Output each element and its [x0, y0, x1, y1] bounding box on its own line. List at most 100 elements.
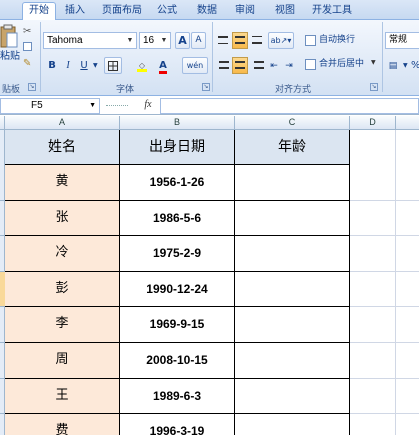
tab-developer[interactable]: 开发工具 [308, 3, 356, 20]
column-header-e[interactable] [396, 116, 419, 130]
name-cell[interactable]: 费 [5, 414, 120, 435]
copy-icon[interactable] [23, 42, 32, 51]
birthdate-cell[interactable]: 1986-5-6 [120, 200, 235, 237]
insert-function-button[interactable]: fx [140, 98, 156, 113]
age-cell[interactable] [235, 200, 350, 237]
fill-color-button[interactable]: ◇ [134, 57, 150, 74]
birthdate-cell[interactable]: 1975-2-9 [120, 236, 235, 272]
name-cell[interactable]: 黄 [5, 165, 120, 201]
column-header-a[interactable]: A [5, 116, 120, 130]
age-cell[interactable] [235, 307, 350, 343]
phonetic-button[interactable]: wén [182, 57, 208, 74]
wrap-text-icon [305, 35, 316, 46]
font-group-label: 字体 [115, 85, 134, 95]
header-cell-birthdate[interactable]: 出身日期 [120, 130, 235, 165]
birthdate-cell[interactable]: 1996-3-19 [120, 414, 235, 435]
accounting-format-button[interactable]: ▤ [386, 57, 400, 74]
font-size-combo[interactable]: 16 ▼ [139, 32, 171, 49]
formula-input[interactable] [160, 98, 419, 114]
align-right-button[interactable] [250, 57, 264, 74]
age-cell[interactable] [235, 271, 350, 308]
percent-button[interactable]: % [410, 57, 419, 74]
align-bottom-icon [252, 36, 262, 44]
column-header-c[interactable]: C [235, 116, 350, 130]
chevron-down-icon: ▼ [371, 59, 376, 66]
font-launcher-icon[interactable]: ↘ [202, 83, 210, 91]
name-cell[interactable]: 王 [5, 378, 120, 415]
align-right-icon [254, 61, 264, 69]
birthdate-cell[interactable]: 2008-10-15 [120, 343, 235, 379]
increase-indent-icon: ⇥ [285, 61, 293, 71]
wrap-text-label: 自动换行 [319, 35, 356, 45]
align-left-icon [219, 61, 229, 69]
underline-button[interactable]: U [77, 57, 91, 74]
paste-icon [0, 24, 18, 48]
tab-view[interactable]: 视图 [270, 3, 300, 20]
cut-icon[interactable]: ✂ [23, 26, 31, 37]
tab-insert[interactable]: 插入 [60, 3, 90, 20]
ribbon-tab-bar: 开始 插入 页面布局 公式 数据 审阅 视图 开发工具 [0, 0, 419, 21]
align-top-button[interactable] [216, 32, 230, 49]
birthdate-cell[interactable]: 1989-6-3 [120, 378, 235, 415]
font-color-letter: A [159, 60, 167, 74]
name-cell[interactable]: 冷 [5, 236, 120, 272]
chevron-down-icon: ▼ [160, 37, 168, 44]
phonetic-label: wén [186, 61, 204, 70]
formula-separator [106, 105, 128, 107]
increase-indent-button[interactable]: ⇥ [283, 57, 295, 74]
column-header-d[interactable]: D [350, 116, 396, 130]
merge-center-button[interactable]: 合并后居中 ▼ [305, 57, 377, 73]
name-cell[interactable]: 彭 [5, 271, 120, 308]
orientation-button[interactable]: ab↗▾ [268, 32, 294, 49]
align-middle-button[interactable] [232, 32, 248, 49]
tab-review[interactable]: 审阅 [230, 3, 260, 20]
birthdate-cell[interactable]: 1990-12-24 [120, 271, 235, 308]
bold-button[interactable]: B [45, 57, 59, 74]
grow-font-button[interactable]: A [175, 32, 190, 49]
name-cell[interactable]: 周 [5, 343, 120, 379]
name-box-value: F5 [31, 100, 43, 111]
ribbon: 粘贴 ✂ ✎ 贴板 ↘ Tahoma ▼ 16 ▼ A A B I U ▼ ◇ … [0, 20, 419, 96]
borders-button[interactable] [104, 57, 122, 74]
name-box[interactable]: F5 ▼ [0, 98, 100, 114]
number-format-value: 常规 [389, 35, 408, 45]
age-cell[interactable] [235, 343, 350, 379]
age-cell[interactable] [235, 414, 350, 435]
age-cell[interactable] [235, 378, 350, 415]
chevron-down-icon[interactable]: ▼ [402, 57, 408, 74]
header-cell-age[interactable]: 年龄 [235, 130, 350, 165]
align-center-button[interactable] [232, 57, 248, 74]
wrap-text-button[interactable]: 自动换行 [305, 33, 373, 49]
font-name-combo[interactable]: Tahoma ▼ [43, 32, 137, 49]
birthdate-cell[interactable]: 1956-1-26 [120, 165, 235, 201]
header-cell-name[interactable]: 姓名 [5, 130, 120, 165]
tab-page-layout[interactable]: 页面布局 [98, 3, 146, 20]
italic-button[interactable]: I [61, 57, 75, 74]
currency-icon: ▤ [388, 61, 398, 71]
column-header-b[interactable]: B [120, 116, 235, 130]
name-cell[interactable]: 张 [5, 200, 120, 237]
decrease-indent-button[interactable]: ⇤ [268, 57, 280, 74]
shrink-font-button[interactable]: A [191, 32, 206, 49]
format-painter-icon[interactable]: ✎ [23, 58, 31, 69]
tab-home[interactable]: 开始 [22, 2, 56, 21]
decrease-indent-icon: ⇤ [270, 61, 278, 71]
clipboard-launcher-icon[interactable]: ↘ [28, 83, 36, 91]
align-left-button[interactable] [216, 57, 230, 74]
age-cell[interactable] [235, 236, 350, 272]
tab-formulas[interactable]: 公式 [152, 3, 182, 20]
align-bottom-button[interactable] [250, 32, 264, 49]
chevron-down-icon[interactable]: ▼ [92, 57, 98, 74]
align-top-icon [218, 36, 228, 44]
worksheet-grid[interactable]: 姓名 出身日期 年龄 黄 1956-1-26 张 1986-5-6 冷 1975-2-9 彭… [5, 130, 419, 435]
fx-icon: fx [144, 99, 152, 110]
paste-button[interactable]: 粘贴 [0, 24, 20, 76]
alignment-launcher-icon[interactable]: ↘ [370, 83, 378, 91]
font-color-button[interactable]: A [156, 57, 170, 74]
paint-bucket-icon: ◇ [137, 61, 147, 72]
number-format-combo[interactable]: 常规 [385, 32, 419, 49]
name-cell[interactable]: 李 [5, 307, 120, 343]
tab-data[interactable]: 数据 [192, 3, 222, 20]
age-cell[interactable] [235, 165, 350, 201]
birthdate-cell[interactable]: 1969-9-15 [120, 307, 235, 343]
